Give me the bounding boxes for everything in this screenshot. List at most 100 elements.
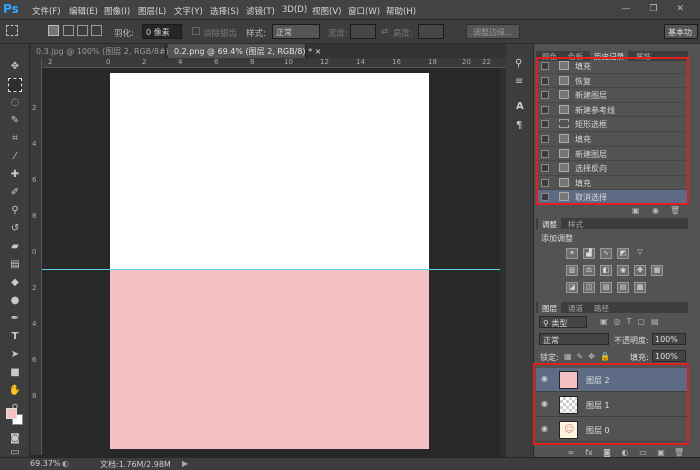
move-tool-icon[interactable]: ✥ — [8, 60, 22, 74]
vibrance-icon[interactable]: ▽ — [634, 248, 646, 259]
document-canvas-pink-fill[interactable] — [110, 270, 429, 449]
pen-tool-icon[interactable]: ✒ — [8, 312, 22, 326]
zoom-level[interactable]: 69.37% — [30, 459, 61, 468]
menu-edit[interactable]: 编辑(E) — [69, 5, 98, 17]
trash-icon[interactable]: 🗑 — [670, 206, 680, 215]
status-arrow-icon[interactable]: ▶ — [182, 459, 188, 468]
character-panel-icon[interactable]: A — [516, 101, 524, 112]
tab-paths[interactable]: 路径 — [590, 302, 613, 313]
eraser-icon[interactable]: ▰ — [8, 240, 22, 254]
brightness-icon[interactable]: ☀ — [566, 248, 578, 259]
clone-stamp-icon[interactable]: ⚲ — [8, 204, 22, 218]
window-controls[interactable]: — ❐ ✕ — [622, 4, 692, 14]
swap-icon[interactable]: ⇄ — [381, 27, 388, 37]
invert-icon[interactable]: ◪ — [566, 282, 578, 293]
paragraph-panel-icon[interactable]: ¶ — [516, 120, 522, 131]
layer-filter-icons[interactable]: ▣◎T▢▤ — [600, 317, 665, 326]
levels-icon[interactable]: ▟ — [583, 248, 595, 259]
quick-select-icon[interactable]: ✎ — [8, 114, 22, 128]
brush-tool-icon[interactable]: ✐ — [8, 186, 22, 200]
ruler-label: 22 — [482, 58, 491, 66]
channel-mixer-icon[interactable]: ✤ — [634, 265, 646, 276]
link-layers-icon[interactable]: ∞ — [566, 448, 576, 458]
lasso-tool-icon[interactable]: ◌ — [8, 96, 22, 110]
fill-input[interactable]: 100% — [652, 350, 686, 362]
menu-3d[interactable]: 3D(D) — [282, 5, 307, 15]
gradient-tool-icon[interactable]: ▤ — [8, 258, 22, 272]
color-balance-icon[interactable]: ⚖ — [583, 265, 595, 276]
opacity-label: 不透明度: — [614, 336, 649, 345]
horizontal-guide[interactable] — [42, 269, 500, 270]
history-panel-icon[interactable]: ⚲ — [515, 58, 522, 69]
hue-saturation-icon[interactable]: ▥ — [566, 265, 578, 276]
tab-doc-2[interactable]: 0.2.png @ 69.4% (图层 2, RGB/8) * × — [168, 44, 321, 58]
width-input[interactable] — [350, 24, 376, 39]
style-select[interactable]: 正常 — [272, 24, 320, 39]
antialias-checkbox[interactable] — [192, 27, 200, 35]
rectangle-tool-icon[interactable]: ■ — [8, 366, 22, 380]
add-selection-icon[interactable] — [63, 25, 74, 36]
document-canvas-top[interactable] — [110, 73, 429, 270]
dodge-tool-icon[interactable]: ● — [8, 294, 22, 308]
menu-filter[interactable]: 滤镜(T) — [246, 5, 275, 17]
actions-panel-icon[interactable]: ≡ — [515, 76, 523, 87]
foreground-color-swatch[interactable] — [6, 408, 17, 419]
adjustment-layer-icon[interactable]: ◐ — [620, 448, 630, 458]
new-document-from-state-icon[interactable]: ▣ — [632, 206, 640, 215]
exposure-icon[interactable]: ◩ — [617, 248, 629, 259]
curves-icon[interactable]: ∿ — [600, 248, 612, 259]
tab-doc-1[interactable]: 0.3.jpg @ 100% (图层 2, RGB/8#) * × — [30, 44, 185, 58]
hand-tool-icon[interactable]: ✋ — [8, 384, 22, 398]
new-layer-icon[interactable]: ▣ — [656, 448, 666, 458]
menu-layer[interactable]: 图层(L) — [138, 5, 166, 17]
healing-brush-icon[interactable]: ✚ — [8, 168, 22, 182]
tab-channels[interactable]: 通道 — [564, 302, 587, 313]
quick-mask-icon[interactable]: ◙ — [8, 432, 22, 446]
gradient-map-icon[interactable]: ▤ — [617, 282, 629, 293]
opacity-input[interactable]: 100% — [652, 333, 686, 345]
selective-color-icon[interactable]: ▩ — [634, 282, 646, 293]
snapshot-icon[interactable]: ◉ — [652, 206, 659, 215]
menu-view[interactable]: 视图(V) — [312, 5, 341, 17]
blend-mode-select[interactable]: 正常 — [539, 333, 609, 345]
blur-tool-icon[interactable]: ◆ — [8, 276, 22, 290]
threshold-icon[interactable]: ▨ — [600, 282, 612, 293]
menu-help[interactable]: 帮助(H) — [386, 5, 416, 17]
layer-filter-select[interactable]: ⚲ 类型 — [539, 316, 587, 328]
menu-select[interactable]: 选择(S) — [210, 5, 239, 17]
workspace-select[interactable]: 基本功 — [664, 24, 698, 39]
panel-icon-strip: ⚲ ≡ A ¶ — [506, 44, 534, 457]
type-tool-icon[interactable]: T — [8, 330, 22, 344]
black-white-icon[interactable]: ◧ — [600, 265, 612, 276]
tab-styles[interactable]: 样式 — [564, 218, 587, 229]
posterize-icon[interactable]: ◫ — [583, 282, 595, 293]
photo-filter-icon[interactable]: ◉ — [617, 265, 629, 276]
marquee-tool-preset-icon[interactable] — [6, 25, 18, 36]
new-selection-icon[interactable] — [48, 25, 59, 36]
menu-type[interactable]: 文字(Y) — [174, 5, 203, 17]
ruler-label: 8 — [32, 392, 37, 400]
color-lookup-icon[interactable]: ▦ — [651, 265, 663, 276]
menu-window[interactable]: 窗口(W) — [348, 5, 380, 17]
crop-tool-icon[interactable]: ⌗ — [8, 132, 22, 146]
tab-adjustments[interactable]: 调整 — [538, 218, 561, 229]
tab-layers[interactable]: 图层 — [538, 302, 561, 313]
subtract-selection-icon[interactable] — [77, 25, 88, 36]
status-icon[interactable]: ◐ — [62, 459, 69, 468]
path-select-icon[interactable]: ➤ — [8, 348, 22, 362]
feather-input[interactable]: 0 像素 — [142, 24, 182, 39]
eyedropper-icon[interactable]: ⁄ — [8, 150, 22, 164]
marquee-tool-icon[interactable] — [8, 78, 22, 92]
add-mask-icon[interactable]: ◙ — [602, 448, 612, 458]
lock-icons[interactable]: ▦✎✥🔒 — [564, 352, 615, 361]
refine-edge-button[interactable]: 调整边缘... — [466, 24, 520, 39]
delete-layer-icon[interactable]: 🗑 — [674, 448, 684, 458]
tab-close-icon[interactable]: × — [315, 47, 322, 56]
menu-file[interactable]: 文件(F) — [32, 5, 61, 17]
new-group-icon[interactable]: ▭ — [638, 448, 648, 458]
intersect-selection-icon[interactable] — [91, 25, 102, 36]
menu-image[interactable]: 图像(I) — [104, 5, 130, 17]
height-input[interactable] — [418, 24, 444, 39]
layer-style-icon[interactable]: fx — [584, 448, 594, 458]
history-brush-icon[interactable]: ↺ — [8, 222, 22, 236]
